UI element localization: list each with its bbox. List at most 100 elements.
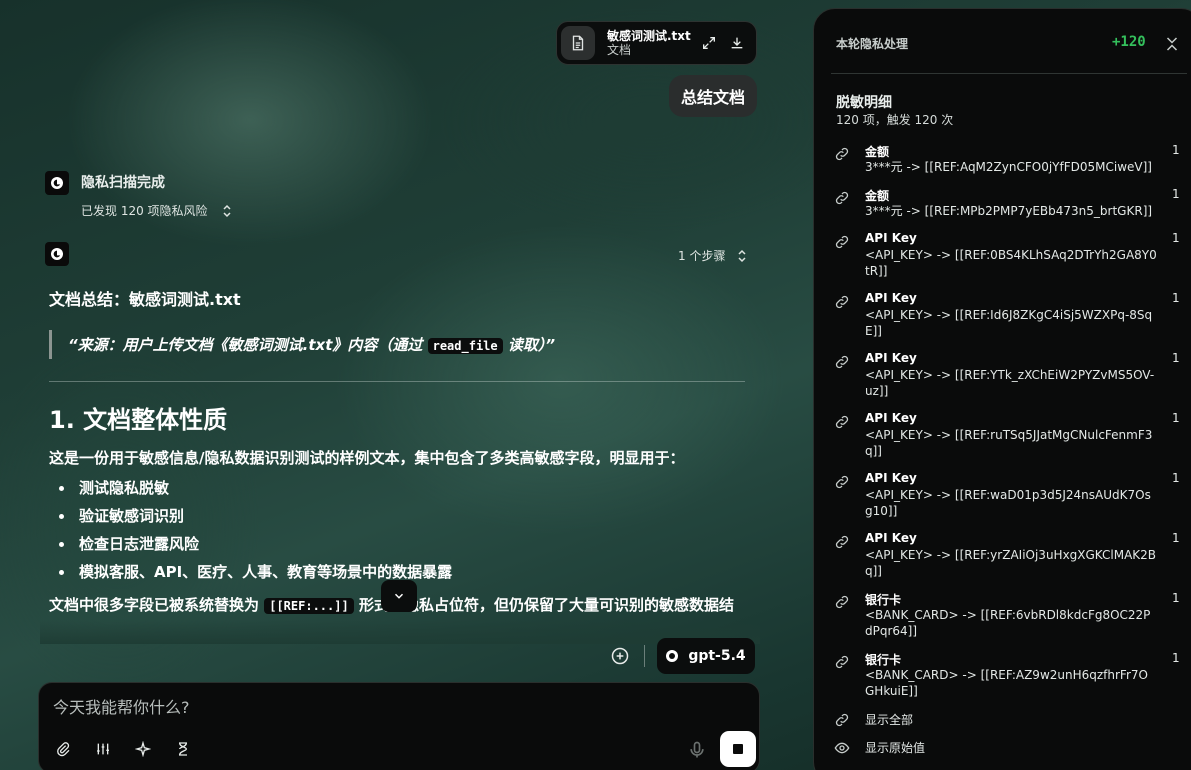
- redaction-item[interactable]: API Key <API_KEY> -> [[REF:YTk_zXChEiW2P…: [834, 351, 1191, 411]
- stop-icon: [733, 744, 743, 754]
- redaction-label: API Key: [865, 471, 917, 485]
- link-icon: [835, 191, 849, 205]
- answer-title: 文档总结：敏感词测试.txt: [49, 290, 241, 309]
- redaction-count: 1: [1172, 651, 1180, 665]
- redaction-count: 1: [1172, 531, 1180, 545]
- list-item: 测试隐私脱敏: [49, 474, 749, 502]
- inline-code: [[REF:...]]: [264, 598, 354, 615]
- redaction-value: <API_KEY> -> [[REF:YTk_zXChEiW2PYZvMS5OV…: [865, 368, 1155, 398]
- link-icon: [835, 713, 849, 726]
- redaction-count: 1: [1172, 143, 1180, 157]
- link-icon: [835, 147, 849, 161]
- privacy-count-badge: +120: [1112, 34, 1146, 50]
- redaction-list: 金额 3***元 -> [[REF:AqM2ZynCFO0jYfFD05MCiw…: [834, 143, 1191, 711]
- redaction-item[interactable]: 金额 3***元 -> [[REF:MPb2PMP7yEBb473n5_brtG…: [834, 187, 1191, 231]
- message-input[interactable]: [53, 695, 693, 719]
- assistant-avatar: [45, 242, 69, 266]
- file-name: 敏感词测试.txt: [607, 28, 691, 43]
- quote-text: 读取）”: [502, 336, 556, 354]
- assistant-logo-icon: [45, 171, 69, 195]
- redaction-count: 1: [1172, 231, 1180, 245]
- redaction-value: <API_KEY> -> [[REF:yrZAIiOj3uHxgXGKClMAK…: [865, 548, 1157, 578]
- list-item: 验证敏感词识别: [49, 502, 749, 530]
- add-circle-icon[interactable]: [610, 646, 630, 666]
- redaction-item[interactable]: API Key <API_KEY> -> [[REF:yrZAIiOj3uHxg…: [834, 531, 1191, 591]
- redaction-count: 1: [1172, 471, 1180, 485]
- link-icon: [835, 595, 849, 609]
- show-all-link[interactable]: 显示全部: [834, 711, 913, 728]
- redaction-item[interactable]: API Key <API_KEY> -> [[REF:Id6J8ZKgC4iSj…: [834, 291, 1191, 351]
- redaction-count: 1: [1172, 187, 1180, 201]
- eye-icon: [834, 742, 850, 753]
- attached-file-card[interactable]: 敏感词测试.txt 文档: [556, 21, 757, 65]
- redaction-item[interactable]: API Key <API_KEY> -> [[REF:waD01p3d5J24n…: [834, 471, 1191, 531]
- redaction-label: 金额: [865, 189, 890, 203]
- sparkle-icon[interactable]: [133, 739, 153, 759]
- composer-toolbar: [53, 739, 213, 759]
- section-subtitle: 120 项，触发 120 次: [836, 113, 954, 127]
- user-message: 总结文档: [669, 75, 758, 117]
- intro-paragraph: 这是一份用于敏感信息/隐私数据识别测试的样例文本，集中包含了多类高敏感字段，明显…: [49, 449, 685, 467]
- link-icon: [835, 415, 849, 429]
- download-icon[interactable]: [726, 32, 748, 54]
- redaction-item[interactable]: API Key <API_KEY> -> [[REF:ruTSq5JJatMgC…: [834, 411, 1191, 471]
- file-type: 文档: [607, 43, 632, 57]
- redaction-label: API Key: [865, 231, 917, 245]
- scan-status-subtitle: 已发现 120 项隐私风险: [81, 204, 208, 218]
- divider: [831, 73, 1187, 74]
- inline-code: read_file: [427, 338, 503, 354]
- redaction-item[interactable]: 金额 3***元 -> [[REF:AqM2ZynCFO0jYfFD05MCiw…: [834, 143, 1191, 187]
- panel-title: 本轮隐私处理: [836, 37, 909, 51]
- redaction-value: <BANK_CARD> -> [[REF:AZ9w2unH6qzfhrFr7OG…: [865, 668, 1148, 698]
- sliders-icon[interactable]: [93, 739, 113, 759]
- show-original-label: 显示原始值: [865, 741, 926, 755]
- quote-text: “来源：用户上传文档《敏感词测试.txt》内容（通过: [68, 336, 428, 354]
- redaction-item[interactable]: 银行卡 <BANK_CARD> -> [[REF:AZ9w2unH6qzfhrF…: [834, 651, 1191, 711]
- redaction-label: 金额: [865, 145, 890, 159]
- source-quote: “来源：用户上传文档《敏感词测试.txt》内容（通过 read_file 读取）…: [49, 330, 749, 359]
- steps-toggle[interactable]: 1 个步骤: [678, 247, 747, 264]
- link-icon: [835, 235, 849, 249]
- redaction-count: 1: [1172, 411, 1180, 425]
- show-original-toggle[interactable]: 显示原始值: [834, 739, 925, 756]
- section-heading: 1. 文档整体性质: [49, 406, 228, 434]
- divider: [49, 381, 745, 382]
- redaction-label: API Key: [865, 291, 917, 305]
- link-icon: [835, 355, 849, 369]
- paperclip-icon[interactable]: [53, 739, 73, 759]
- link-icon: [835, 655, 849, 669]
- model-selector-button[interactable]: gpt-5.4: [657, 638, 755, 674]
- redaction-label: API Key: [865, 411, 917, 425]
- chevron-updown-icon: [738, 249, 746, 262]
- document-icon: [561, 26, 595, 60]
- microphone-icon[interactable]: [687, 740, 707, 760]
- redaction-label: 银行卡: [865, 653, 902, 667]
- list-item: 检查日志泄露风险: [49, 530, 749, 558]
- content-fade: [40, 620, 760, 644]
- redaction-value: <API_KEY> -> [[REF:Id6J8ZKgC4iSj5WZXPq-8…: [865, 308, 1153, 338]
- model-name: gpt-5.4: [688, 648, 746, 664]
- show-all-label: 显示全部: [865, 713, 914, 727]
- redaction-item[interactable]: API Key <API_KEY> -> [[REF:0BS4KLhSAq2DT…: [834, 231, 1191, 291]
- stop-button[interactable]: [720, 731, 756, 767]
- redaction-value: <API_KEY> -> [[REF:ruTSq5JJatMgCNulcFenm…: [865, 428, 1153, 458]
- paragraph-text: 文档中很多字段已被系统替换为: [49, 596, 265, 615]
- steps-label: 1 个步骤: [678, 249, 726, 263]
- redaction-count: 1: [1172, 291, 1180, 305]
- hourglass-icon[interactable]: [173, 739, 193, 759]
- redaction-value: <BANK_CARD> -> [[REF:6vbRDl8kdcFg8OC22Pd…: [865, 608, 1151, 638]
- privacy-panel: 本轮隐私处理 +120 脱敏明细 120 项，触发 120 次 金额 3***元…: [813, 8, 1191, 770]
- scroll-down-button[interactable]: [381, 580, 417, 612]
- redaction-count: 1: [1172, 351, 1180, 365]
- assistant-avatar: [45, 171, 69, 195]
- section-title: 脱敏明细: [836, 95, 892, 111]
- link-icon: [835, 295, 849, 309]
- collapse-icon[interactable]: [1163, 35, 1181, 53]
- chevron-down-icon: [394, 593, 404, 599]
- redaction-item[interactable]: 银行卡 <BANK_CARD> -> [[REF:6vbRDl8kdcFg8OC…: [834, 591, 1191, 651]
- bullet-list: 测试隐私脱敏 验证敏感词识别 检查日志泄露风险 模拟客服、API、医疗、人事、教…: [49, 474, 749, 586]
- redaction-value: <API_KEY> -> [[REF:0BS4KLhSAq2DTrYh2GA8Y…: [865, 248, 1157, 278]
- scan-status-toggle[interactable]: 已发现 120 项隐私风险: [81, 202, 232, 219]
- expand-icon[interactable]: [698, 32, 720, 54]
- redaction-count: 1: [1172, 591, 1180, 605]
